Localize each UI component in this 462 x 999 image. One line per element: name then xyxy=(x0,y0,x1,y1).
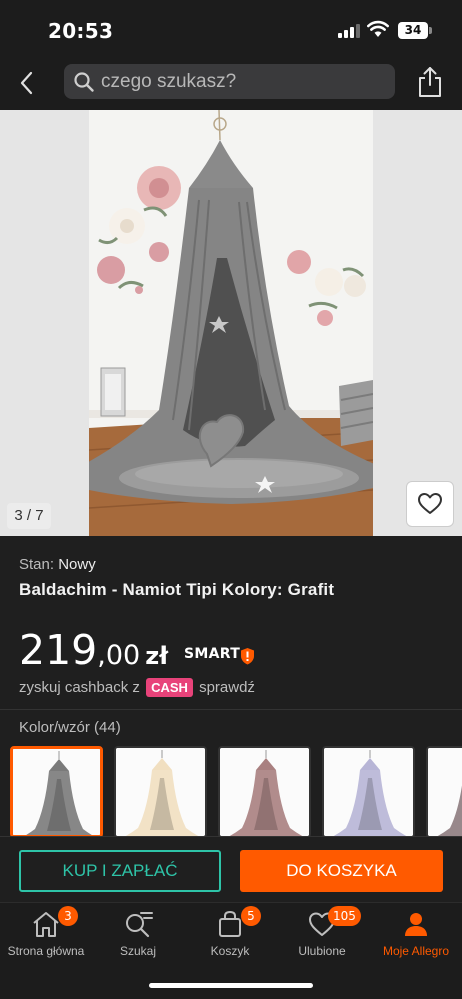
home-indicator xyxy=(149,983,313,988)
favorite-button[interactable] xyxy=(406,481,454,527)
search-input[interactable]: czego szukasz? xyxy=(64,64,395,99)
product-details: Stan: Nowy Baldachim - Namiot Tipi Kolor… xyxy=(0,536,462,838)
price: 219,00 zł xyxy=(19,626,168,674)
buy-now-button[interactable]: KUP I ZAPŁAĆ xyxy=(19,850,221,892)
tab-search[interactable]: Szukaj xyxy=(92,903,184,971)
condition-value: Nowy xyxy=(58,556,96,573)
tab-cart[interactable]: 5 Koszyk xyxy=(184,903,276,971)
variant-thumbnail-mauve[interactable] xyxy=(426,746,462,838)
back-button[interactable] xyxy=(10,66,44,100)
cash-badge: CASH xyxy=(146,678,193,697)
product-title: Baldachim - Namiot Tipi Kolory: Grafit xyxy=(19,580,335,599)
tab-search-label: Szukaj xyxy=(119,944,157,958)
tab-favorites-label: Ulubione xyxy=(298,944,346,958)
search-icon xyxy=(74,72,94,92)
status-bar: 20:53 34 xyxy=(0,0,462,58)
variant-thumbnail-lavender[interactable] xyxy=(322,746,415,838)
purchase-actions: KUP I ZAPŁAĆ DO KOSZYKA xyxy=(0,836,462,902)
product-gallery[interactable]: 3 / 7 xyxy=(0,110,462,536)
condition-label: Stan: xyxy=(19,556,55,573)
wifi-icon xyxy=(367,20,389,37)
cellular-signal-icon xyxy=(338,24,362,38)
cashback-row[interactable]: zyskuj cashback z CASH sprawdź xyxy=(19,678,255,697)
variant-thumbnail-dusty-rose[interactable] xyxy=(218,746,311,838)
canopy-thumbnail-image xyxy=(116,748,205,836)
search-list-icon xyxy=(126,912,153,938)
tab-my-allegro[interactable]: Moje Allegro xyxy=(370,903,462,971)
cashback-prefix: zyskuj cashback z xyxy=(19,679,140,696)
tab-favorites[interactable]: 105 Ulubione xyxy=(276,903,368,971)
share-icon xyxy=(419,67,441,97)
divider xyxy=(0,709,462,710)
price-integer: 219 xyxy=(19,626,98,674)
app-header: czego szukasz? xyxy=(0,58,462,110)
canopy-thumbnail-image xyxy=(220,748,309,836)
gallery-counter: 3 / 7 xyxy=(7,503,51,529)
user-icon xyxy=(405,913,427,936)
canopy-thumbnail-image xyxy=(428,748,462,836)
smart-label[interactable]: SMART xyxy=(184,646,240,662)
cart-badge: 5 xyxy=(241,906,261,926)
battery-level: 34 xyxy=(398,22,428,39)
battery-tip xyxy=(429,27,432,34)
tab-home-label: Strona główna xyxy=(7,944,85,958)
favorites-badge: 105 xyxy=(328,906,361,926)
share-button[interactable] xyxy=(413,64,447,100)
add-to-cart-button[interactable]: DO KOSZYKA xyxy=(240,850,443,892)
canopy-photo-image xyxy=(89,110,373,536)
home-icon xyxy=(33,912,59,937)
smart-shield-icon[interactable] xyxy=(240,647,255,665)
home-badge: 3 xyxy=(58,906,78,926)
cashback-check-link[interactable]: sprawdź xyxy=(199,679,255,696)
search-placeholder: czego szukasz? xyxy=(101,71,237,92)
price-currency: zł xyxy=(145,642,169,670)
variant-thumbnails xyxy=(0,746,462,838)
price-decimal: ,00 xyxy=(97,640,141,671)
tab-home[interactable]: 3 Strona główna xyxy=(0,903,92,971)
status-time: 20:53 xyxy=(48,19,114,43)
variant-thumbnail-cream[interactable] xyxy=(114,746,207,838)
variant-thumbnail-grafit[interactable] xyxy=(10,746,103,838)
chevron-left-icon xyxy=(20,71,33,95)
variant-label: Kolor/wzór (44) xyxy=(19,719,121,736)
condition: Stan: Nowy xyxy=(19,556,96,573)
canopy-thumbnail-image xyxy=(13,749,100,835)
tab-cart-label: Koszyk xyxy=(210,944,250,958)
tab-my-allegro-label: Moje Allegro xyxy=(382,944,450,958)
heart-outline-icon xyxy=(418,493,442,514)
canopy-thumbnail-image xyxy=(324,748,413,836)
product-photo[interactable] xyxy=(89,110,373,536)
